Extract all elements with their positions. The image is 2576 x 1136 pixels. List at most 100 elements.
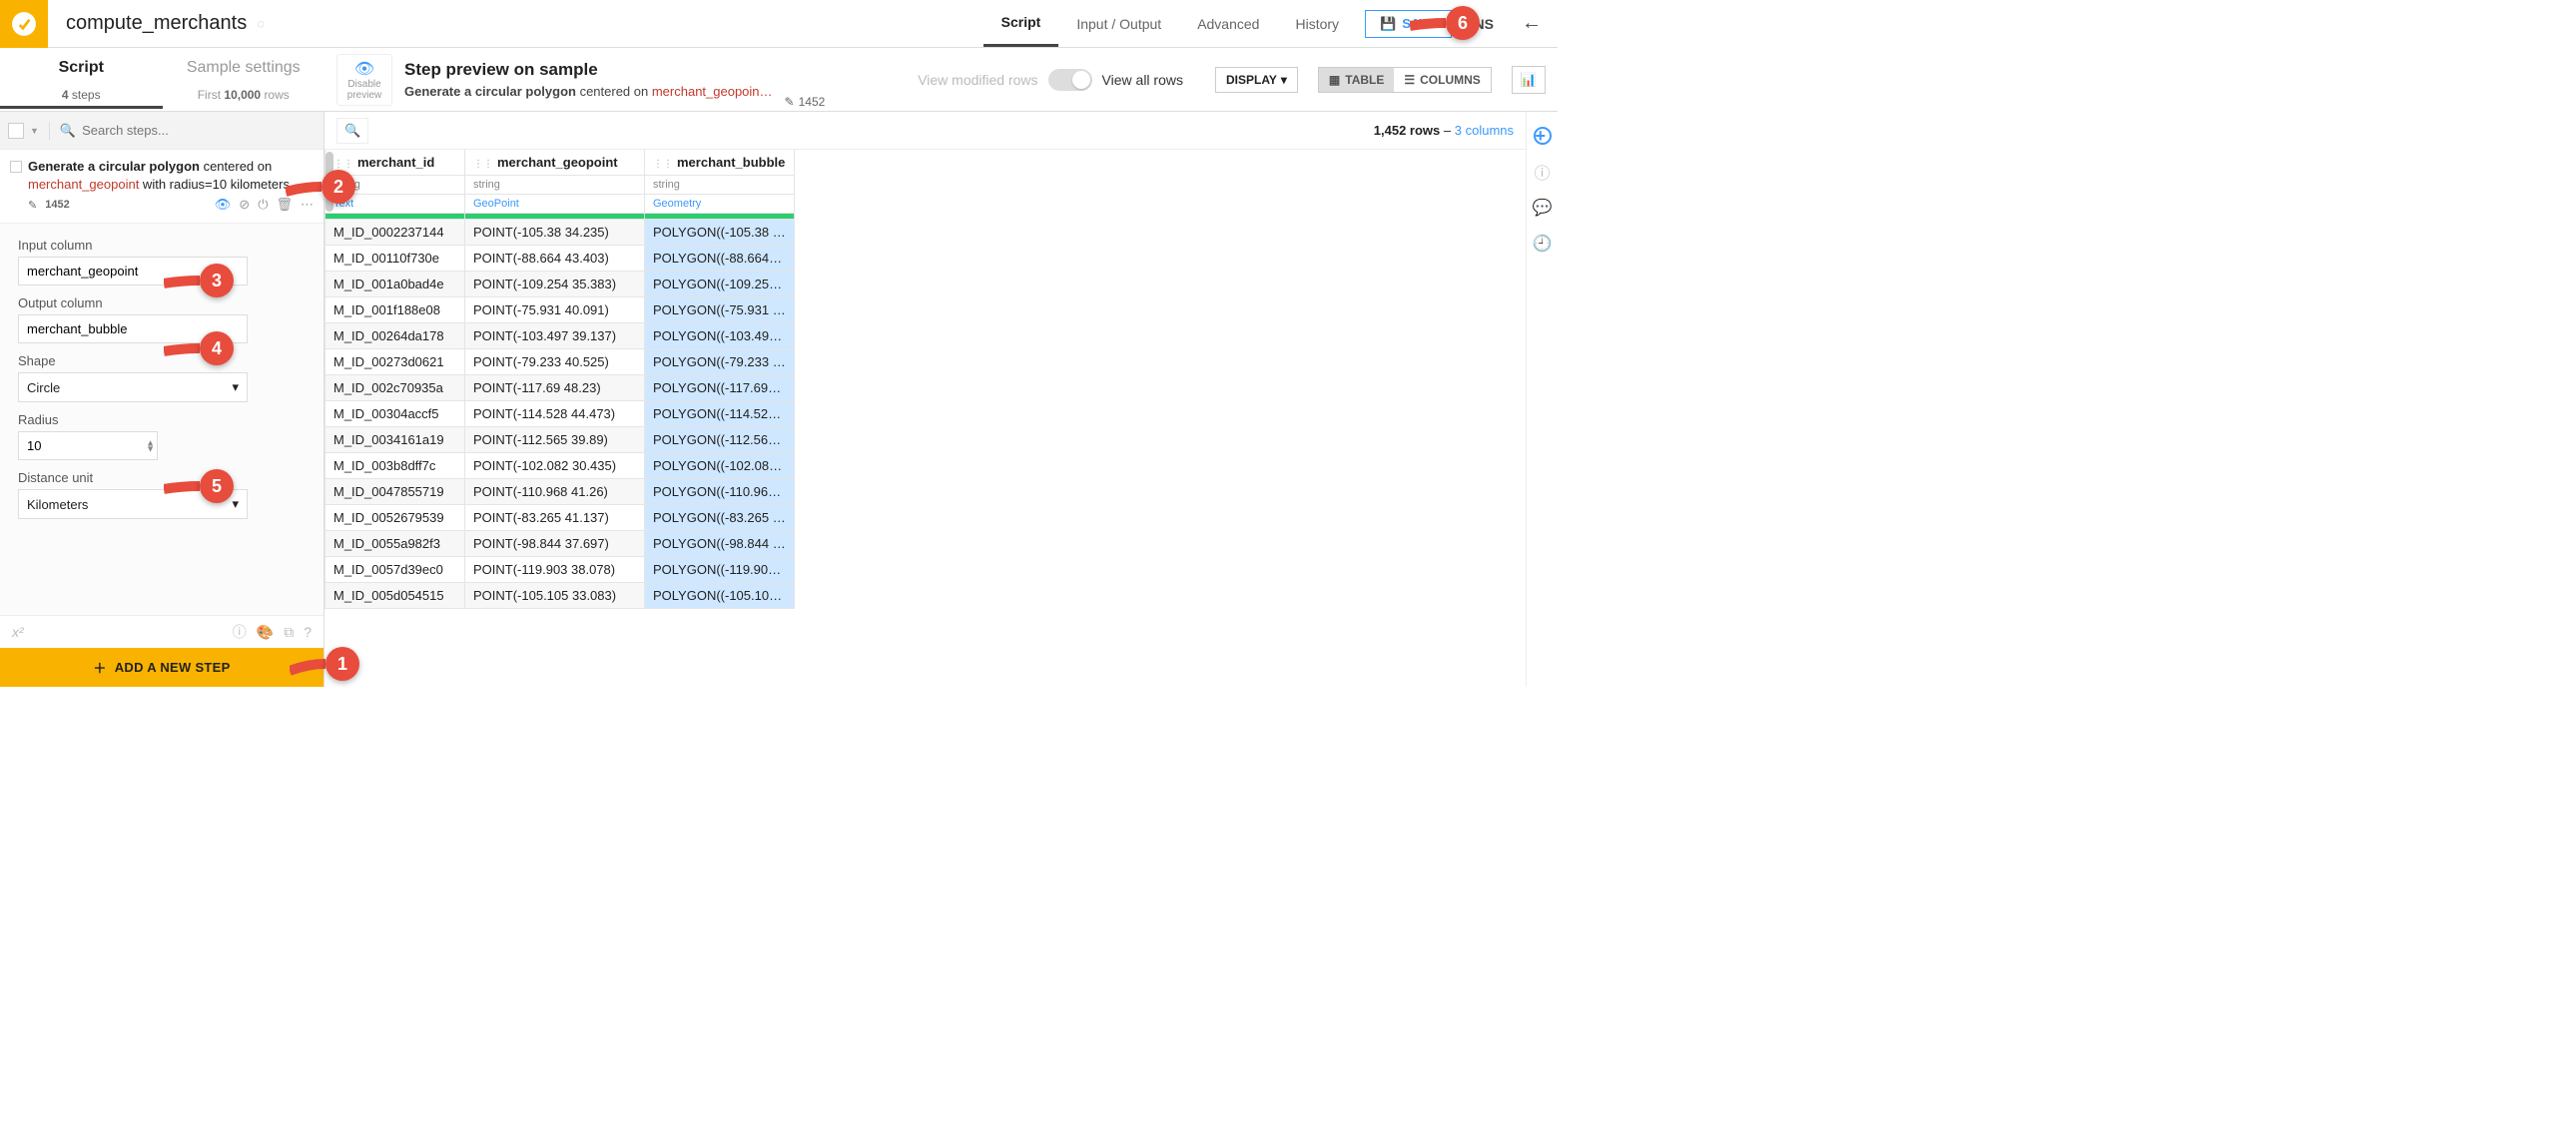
table-row[interactable]: M_ID_00264da178POINT(-103.497 39.137)POL… [325,323,795,349]
left-tabs: Script Sample settings 4 steps First 10,… [0,48,324,111]
disable-preview-button[interactable]: 👁 Disable preview [336,54,392,106]
table-row[interactable]: M_ID_00110f730ePOINT(-88.664 43.403)POLY… [325,246,795,272]
semantic-cell[interactable]: Geometry [645,195,795,214]
shape-label: Shape [18,353,306,368]
table-cell: POLYGON((-79.233 … [645,349,795,375]
power-icon[interactable]: ⏻ [258,197,268,213]
help-icon[interactable]: ? [304,624,312,640]
table-cell: POLYGON((-75.931 … [645,297,795,323]
drag-icon: ⋮⋮ [333,159,353,170]
table-row[interactable]: M_ID_001a0bad4ePOINT(-109.254 35.383)POL… [325,272,795,297]
radius-field[interactable] [18,431,158,460]
data-table: ⋮⋮merchant_id⋮⋮merchant_geopoint⋮⋮mercha… [324,150,795,609]
view-all-label: View all rows [1102,72,1183,88]
preview-description: Generate a circular polygon centered on … [404,84,773,99]
type-cell: string [645,176,795,195]
plus-icon: ＋ [93,658,106,677]
table-cell: POLYGON((-105.38 … [645,220,795,246]
search-input[interactable] [82,123,316,138]
select-all-checkbox[interactable] [8,123,24,139]
palette-icon[interactable]: 🎨 [257,624,274,641]
step-checkbox[interactable] [10,161,22,173]
table-cell: POINT(-105.105 33.083) [465,583,645,609]
table-cell: POINT(-105.38 34.235) [465,220,645,246]
chart-icon: 📊 [1521,72,1537,87]
table-cell: POINT(-114.528 44.473) [465,401,645,427]
step-card[interactable]: Generate a circular polygon centered on … [0,150,323,224]
nav-io[interactable]: Input / Output [1058,0,1179,47]
table-row[interactable]: M_ID_001f188e08POINT(-75.931 40.091)POLY… [325,297,795,323]
search-icon: 🔍 [60,123,76,139]
table-cell: M_ID_005d054515 [325,583,465,609]
table-cell: POLYGON((-117.69… [645,375,795,401]
tab-script[interactable]: Script [0,48,163,88]
add-step-button[interactable]: ＋ ADD A NEW STEP [0,648,323,687]
table-row[interactable]: M_ID_0055a982f3POINT(-98.844 37.697)POLY… [325,531,795,557]
table-row[interactable]: M_ID_0002237144POINT(-105.38 34.235)POLY… [325,220,795,246]
info-icon[interactable]: ⓘ [233,622,247,642]
right-rail: + ⓘ 💬 🕘 [1526,112,1558,687]
table-row[interactable]: M_ID_003b8dff7cPOINT(-102.082 30.435)POL… [325,453,795,479]
table-row[interactable]: M_ID_00304accf5POINT(-114.528 44.473)POL… [325,401,795,427]
semantic-cell[interactable]: GeoPoint [465,195,645,214]
step-description: Generate a circular polygon centered on … [28,158,314,193]
eye-icon[interactable]: 👁 [215,197,232,213]
history-rail-icon[interactable]: 🕘 [1533,234,1553,254]
app-logo[interactable] [0,0,48,48]
tab-script-sub: 4 steps [0,88,163,109]
columns-link[interactable]: 3 columns [1455,123,1514,138]
eye-icon: 👁 [354,59,374,79]
table-row[interactable]: M_ID_0034161a19POINT(-112.565 39.89)POLY… [325,427,795,453]
unit-label: Distance unit [18,470,306,485]
chevron-down-icon[interactable]: ▼ [30,126,39,136]
pencil-icon: ✎ [785,95,795,109]
comments-rail-icon[interactable]: 💬 [1533,198,1553,218]
column-header[interactable]: ⋮⋮merchant_geopoint [465,150,645,176]
column-header[interactable]: ⋮⋮merchant_bubble [645,150,795,176]
tab-sample-sub: First 10,000 rows [163,88,325,109]
list-icon: ☰ [1404,73,1415,87]
table-row[interactable]: M_ID_00273d0621POINT(-79.233 40.525)POLY… [325,349,795,375]
display-button[interactable]: DISPLAY▾ [1215,67,1298,93]
drag-icon: ⋮⋮ [473,159,493,170]
nav-script[interactable]: Script [983,0,1059,47]
table-row[interactable]: M_ID_005d054515POINT(-105.105 33.083)POL… [325,583,795,609]
type-cell: string [465,176,645,195]
add-panel-icon[interactable]: + [1533,126,1553,146]
copy-icon[interactable]: ⧉ [284,624,294,641]
table-row[interactable]: M_ID_002c70935aPOINT(-117.69 48.23)POLYG… [325,375,795,401]
preview-row-count: ✎1452 [785,95,826,109]
shape-select[interactable]: Circle▾ [18,372,248,402]
columns-view-button[interactable]: ☰COLUMNS [1394,68,1490,92]
table-row[interactable]: M_ID_0052679539POINT(-83.265 41.137)POLY… [325,505,795,531]
radius-label: Radius [18,412,306,427]
formula-icon[interactable]: x² [12,624,24,640]
sidebar: ▼ 🔍 Generate a circular polygon centered… [0,112,324,687]
table-cell: POLYGON((-102.08… [645,453,795,479]
table-row[interactable]: M_ID_0057d39ec0POINT(-119.903 38.078)POL… [325,557,795,583]
back-arrow-icon[interactable]: ← [1506,12,1558,35]
table-area: 🔍 1,452 rows – 3 columns ⋮⋮merchant_id⋮⋮… [324,112,1526,687]
callout-1: 1 [290,647,359,681]
table-cell: POINT(-103.497 39.137) [465,323,645,349]
table-cell: M_ID_0055a982f3 [325,531,465,557]
table-cell: POINT(-98.844 37.697) [465,531,645,557]
info-rail-icon[interactable]: ⓘ [1533,162,1553,182]
tab-sample-settings[interactable]: Sample settings [163,48,325,88]
disable-icon[interactable]: ⊘ [239,197,250,213]
table-view-button[interactable]: ▦TABLE [1319,68,1394,92]
view-toggle[interactable] [1048,69,1092,91]
table-cell: M_ID_002c70935a [325,375,465,401]
nav-history[interactable]: History [1277,0,1357,47]
table-cell: POINT(-88.664 43.403) [465,246,645,272]
table-cell: POLYGON((-88.664… [645,246,795,272]
output-column-label: Output column [18,295,306,310]
disable-preview-label: Disable preview [343,79,385,101]
table-search-button[interactable]: 🔍 [336,118,368,144]
nav-advanced[interactable]: Advanced [1179,0,1277,47]
number-stepper[interactable]: ▲▼ [146,439,155,452]
chart-button[interactable]: 📊 [1512,66,1546,94]
table-row[interactable]: M_ID_0047855719POINT(-110.968 41.26)POLY… [325,479,795,505]
table-cell: M_ID_00110f730e [325,246,465,272]
callout-3: 3 [164,264,234,297]
